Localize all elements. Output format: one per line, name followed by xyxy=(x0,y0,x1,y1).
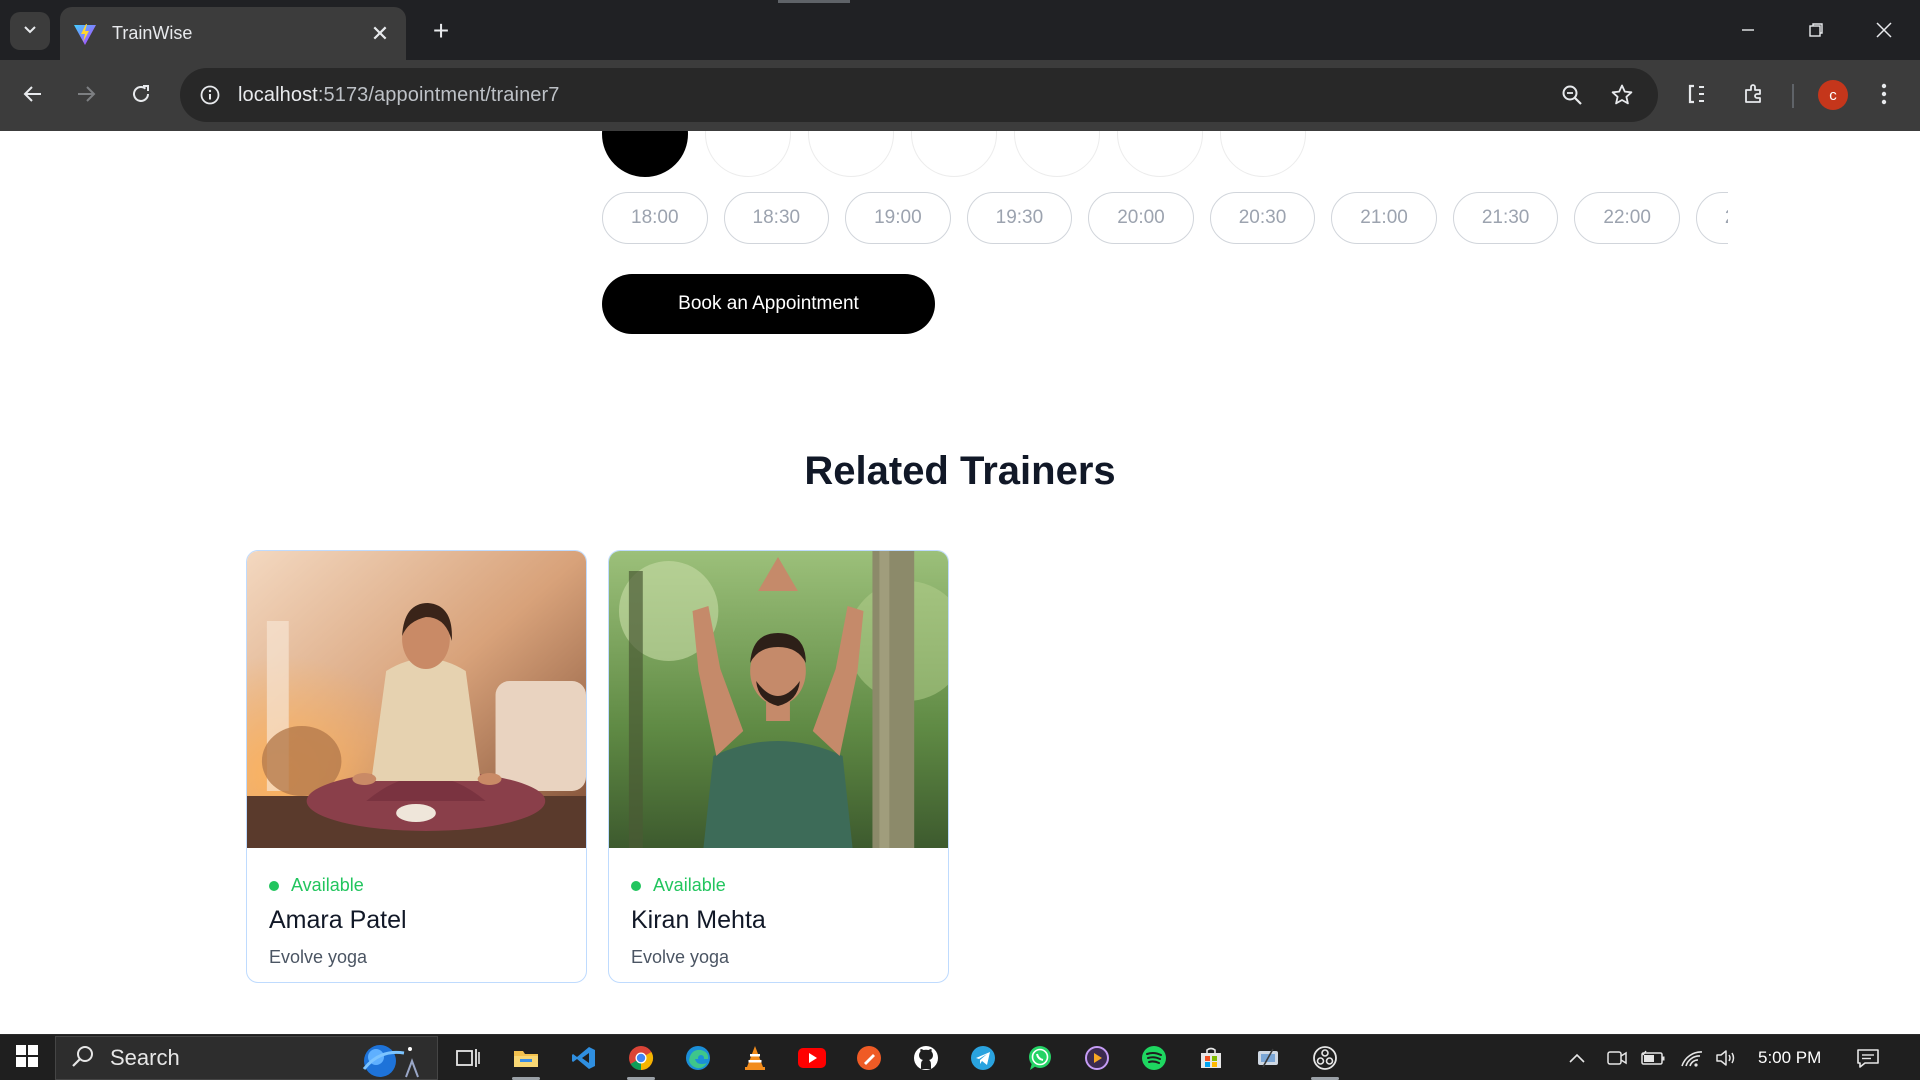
trainer-photo xyxy=(609,551,948,848)
search-icon xyxy=(70,1043,96,1074)
close-tab-icon[interactable]: ✕ xyxy=(368,21,392,47)
day-slot[interactable] xyxy=(911,131,997,177)
drag-indicator xyxy=(778,0,850,3)
volume-icon[interactable] xyxy=(1714,1035,1738,1080)
telegram-icon[interactable] xyxy=(959,1039,1007,1077)
reload-button[interactable] xyxy=(119,72,163,116)
tab-title: TrainWise xyxy=(112,23,193,43)
time-slot[interactable]: 21:00 xyxy=(1331,192,1437,244)
vite-logo-icon xyxy=(72,21,98,47)
trainer-card[interactable]: Available Kiran Mehta Evolve yoga xyxy=(608,550,949,983)
availability-status: Available xyxy=(269,875,564,896)
time-slot[interactable]: 20:30 xyxy=(1209,192,1316,244)
browser-menu-icon[interactable] xyxy=(1862,72,1906,116)
time-slot[interactable]: 18:00 xyxy=(602,192,708,244)
browser-toolbar: localhost:5173/appointment/trainer7 xyxy=(0,60,1920,131)
toolbar-divider xyxy=(1792,84,1794,108)
browser-tabstrip: TrainWise ✕ + xyxy=(0,0,1920,60)
time-slot[interactable]: 19:00 xyxy=(845,192,951,244)
day-slot[interactable] xyxy=(1117,131,1203,177)
spotify-icon[interactable] xyxy=(1130,1039,1178,1077)
time-slot[interactable]: 22:30 xyxy=(1695,192,1728,244)
show-hidden-icons-icon[interactable] xyxy=(1568,1035,1586,1080)
day-slot[interactable] xyxy=(705,131,791,177)
tab-search-button[interactable] xyxy=(10,12,50,50)
url-path: :5173/appointment/trainer7 xyxy=(317,83,560,106)
media-player-icon[interactable] xyxy=(1073,1039,1121,1077)
trainer-speciality: Evolve yoga xyxy=(631,947,730,967)
minimize-button[interactable] xyxy=(1714,0,1782,60)
wifi-icon[interactable] xyxy=(1680,1035,1704,1080)
back-button[interactable] xyxy=(11,72,55,116)
status-dot-icon xyxy=(631,880,641,891)
extension-icon[interactable] xyxy=(1676,72,1720,116)
time-slot[interactable]: 20:00 xyxy=(1088,192,1194,244)
url-text[interactable]: localhost:5173/appointment/trainer7 xyxy=(238,84,1556,107)
time-slot[interactable]: 18:30 xyxy=(723,192,830,244)
meet-now-icon[interactable] xyxy=(1606,1035,1628,1080)
windows-taskbar: Search 5:00 PM xyxy=(0,1034,1920,1080)
chrome-icon[interactable] xyxy=(617,1039,665,1080)
battery-icon[interactable] xyxy=(1640,1035,1666,1080)
status-dot-icon xyxy=(269,880,279,891)
taskbar-search[interactable]: Search xyxy=(55,1036,438,1080)
snipping-tool-icon[interactable] xyxy=(1244,1039,1292,1077)
bookmark-star-icon[interactable] xyxy=(1606,79,1638,111)
extensions-puzzle-icon[interactable] xyxy=(1732,72,1776,116)
edge-icon[interactable] xyxy=(674,1039,722,1077)
profile-avatar[interactable]: c xyxy=(1818,80,1848,110)
day-slot[interactable] xyxy=(1014,131,1100,177)
trainer-speciality: Evolve yoga xyxy=(269,947,368,967)
github-icon[interactable] xyxy=(902,1039,950,1077)
day-slot[interactable] xyxy=(1220,131,1306,177)
notification-center-icon[interactable] xyxy=(1856,1035,1880,1080)
trainer-photo xyxy=(247,551,586,848)
appointment-page: 18:00 18:30 19:00 19:30 20:00 20:30 21:0… xyxy=(0,131,1920,1034)
obs-icon[interactable] xyxy=(1301,1039,1349,1080)
address-bar[interactable]: localhost:5173/appointment/trainer7 xyxy=(180,68,1658,122)
book-appointment-button[interactable]: Book an Appointment xyxy=(602,274,935,334)
availability-label: Available xyxy=(653,875,726,895)
zoom-icon[interactable] xyxy=(1556,79,1588,111)
trainer-name: Kiran Mehta xyxy=(631,906,766,934)
trainer-card[interactable]: Available Amara Patel Evolve yoga xyxy=(246,550,587,983)
time-slot-list: 18:00 18:30 19:00 19:30 20:00 20:30 21:0… xyxy=(602,192,1728,244)
postman-icon[interactable] xyxy=(845,1039,893,1077)
new-tab-button[interactable]: + xyxy=(422,12,460,50)
system-clock[interactable]: 5:00 PM xyxy=(1758,1035,1821,1080)
search-highlight-icon xyxy=(354,1039,424,1080)
time-slot[interactable]: 19:30 xyxy=(966,192,1073,244)
time-slot[interactable]: 21:30 xyxy=(1452,192,1559,244)
task-view-icon[interactable] xyxy=(444,1039,492,1077)
availability-label: Available xyxy=(291,875,364,895)
restore-button[interactable] xyxy=(1782,0,1850,60)
forward-button[interactable] xyxy=(64,72,108,116)
search-label: Search xyxy=(110,1045,180,1070)
windows-logo-icon xyxy=(15,1044,39,1073)
start-button[interactable] xyxy=(0,1035,54,1080)
url-host: localhost xyxy=(238,83,318,106)
day-slot-selected[interactable] xyxy=(602,131,688,177)
file-explorer-icon[interactable] xyxy=(502,1039,550,1080)
browser-tab[interactable]: TrainWise ✕ xyxy=(60,7,406,60)
site-info-icon[interactable] xyxy=(194,79,226,111)
availability-status: Available xyxy=(631,875,926,896)
microsoft-store-icon[interactable] xyxy=(1187,1039,1235,1077)
whatsapp-icon[interactable] xyxy=(1016,1039,1064,1077)
trainer-name: Amara Patel xyxy=(269,906,407,934)
close-window-button[interactable] xyxy=(1850,0,1918,60)
youtube-icon[interactable] xyxy=(788,1039,836,1077)
vscode-icon[interactable] xyxy=(560,1039,608,1077)
time-slot[interactable]: 22:00 xyxy=(1574,192,1680,244)
day-slot[interactable] xyxy=(808,131,894,177)
vlc-icon[interactable] xyxy=(731,1039,779,1077)
related-trainers-heading: Related Trainers xyxy=(804,449,1116,493)
chevron-down-icon xyxy=(22,21,38,42)
